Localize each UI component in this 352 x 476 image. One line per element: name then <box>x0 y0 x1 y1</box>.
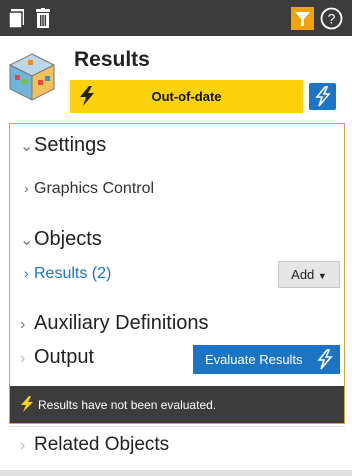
top-toolbar: ? <box>0 0 352 36</box>
graphics-control-label: Graphics Control <box>34 180 155 197</box>
chevron-right-icon: › <box>20 350 26 367</box>
chevron-down-icon: ⌄ <box>20 138 34 155</box>
page-title: Results <box>74 48 150 71</box>
section-output[interactable]: › Output <box>20 346 94 369</box>
section-auxiliary[interactable]: › Auxiliary Definitions <box>20 312 209 335</box>
bottom-divider <box>0 470 352 476</box>
section-settings-label: Settings <box>34 134 107 156</box>
section-settings[interactable]: ⌄Settings <box>20 134 106 157</box>
cube-icon <box>8 53 56 101</box>
status-text: Out-of-date <box>151 89 222 104</box>
chevron-right-icon: › <box>24 265 29 281</box>
results-link-label: Results (2) <box>34 265 112 282</box>
section-auxiliary-label: Auxiliary Definitions <box>34 312 209 334</box>
related-objects-label: Related Objects <box>34 434 170 455</box>
svg-text:?: ? <box>328 11 336 27</box>
add-button[interactable]: Add ▼ <box>278 261 340 288</box>
bolt-icon <box>315 86 331 107</box>
chevron-right-icon: › <box>24 180 29 196</box>
bolt-icon <box>317 349 333 370</box>
section-related-objects[interactable]: › Related Objects <box>20 434 169 456</box>
graphics-control-item[interactable]: › Graphics Control <box>24 180 154 198</box>
section-objects[interactable]: ⌄Objects <box>20 228 102 251</box>
update-bolt-button[interactable] <box>309 83 336 110</box>
section-objects-label: Objects <box>34 228 102 250</box>
chevron-down-icon: ⌄ <box>20 232 34 249</box>
help-icon[interactable]: ? <box>320 7 343 30</box>
status-message-bar: Results have not been evaluated. <box>10 386 344 423</box>
add-button-label: Add <box>291 267 315 282</box>
chevron-right-icon: › <box>20 437 26 454</box>
trash-icon[interactable] <box>36 8 50 28</box>
copy-icon[interactable] <box>9 9 24 28</box>
evaluate-results-label: Evaluate Results <box>205 352 303 367</box>
details-panel: ⌄Settings › Graphics Control ⌄Objects › Re… <box>9 123 345 424</box>
divider <box>9 426 345 427</box>
status-message: Results have not been evaluated. <box>38 398 217 412</box>
results-link[interactable]: › Results (2) <box>24 265 111 283</box>
chevron-right-icon: › <box>20 316 26 333</box>
chevron-down-icon: ▼ <box>317 271 327 281</box>
filter-icon[interactable] <box>291 7 314 30</box>
status-badge: Out-of-date <box>70 80 303 113</box>
evaluate-results-button[interactable]: Evaluate Results <box>193 345 340 374</box>
section-output-label: Output <box>34 346 95 368</box>
bolt-icon <box>21 396 33 412</box>
